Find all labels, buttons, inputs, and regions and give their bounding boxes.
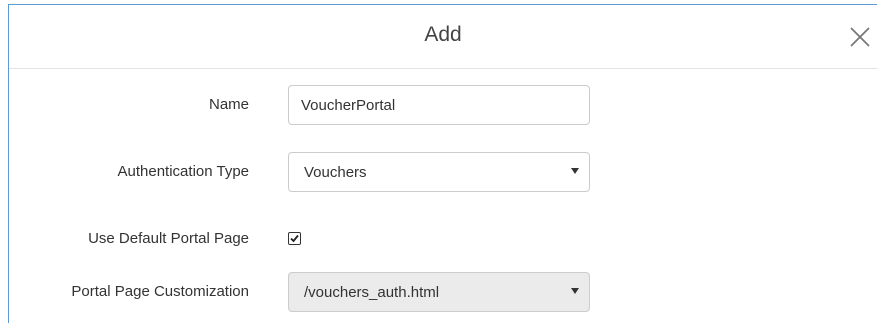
name-input[interactable] <box>288 85 590 125</box>
use-default-portal-page-checkbox[interactable] <box>288 232 301 245</box>
close-icon <box>850 27 870 47</box>
checkmark-icon <box>290 234 299 243</box>
dialog-header: Add <box>9 5 877 69</box>
add-dialog: Add Name Authentication Type Vouchers Us… <box>8 4 877 323</box>
portal-page-customization-value: /vouchers_auth.html <box>304 284 440 301</box>
portal-page-customization-select[interactable]: /vouchers_auth.html <box>288 272 590 312</box>
dialog-title: Add <box>424 23 462 46</box>
chevron-down-icon <box>571 168 579 174</box>
name-label: Name <box>208 96 249 113</box>
authentication-type-value: Vouchers <box>304 164 367 181</box>
authentication-type-select[interactable]: Vouchers <box>288 152 590 192</box>
portal-page-customization-row: Portal Page Customization /vouchers_auth… <box>9 272 877 312</box>
chevron-down-icon <box>571 288 579 294</box>
close-button[interactable] <box>847 24 873 50</box>
name-row: Name <box>9 85 877 125</box>
use-default-portal-page-label: Use Default Portal Page <box>88 230 249 247</box>
use-default-portal-page-row: Use Default Portal Page <box>9 220 877 260</box>
portal-page-customization-label: Portal Page Customization <box>71 283 249 300</box>
authentication-type-label: Authentication Type <box>117 163 249 180</box>
authentication-type-row: Authentication Type Vouchers <box>9 152 877 192</box>
